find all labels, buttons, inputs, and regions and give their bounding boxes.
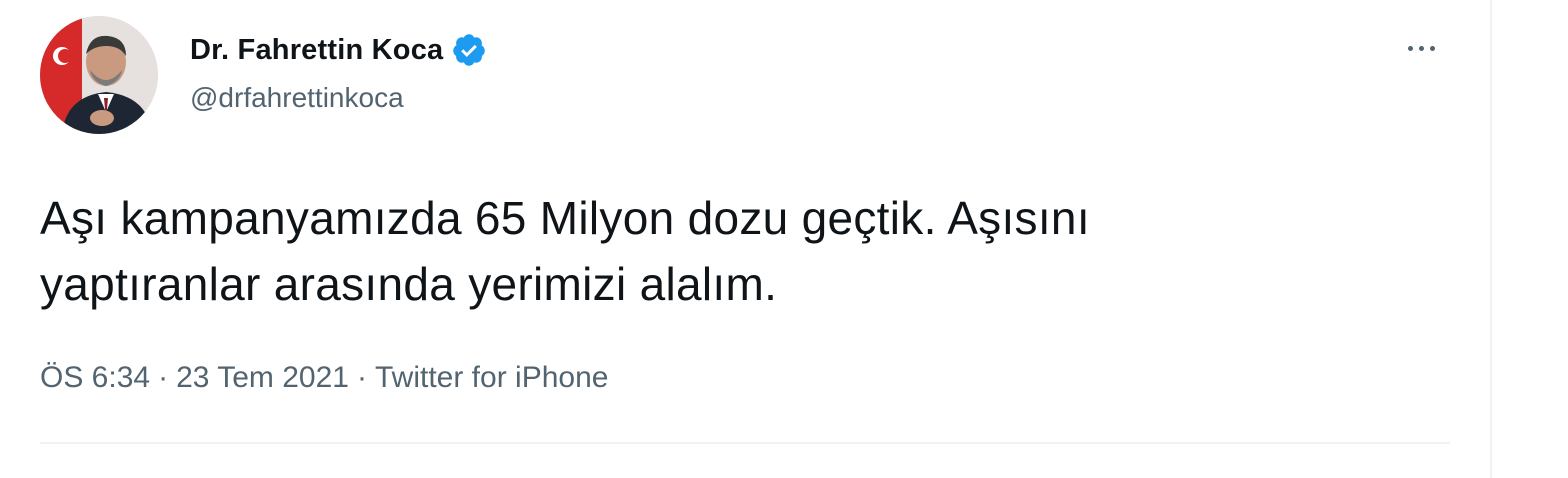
tweet-metadata: ÖS 6:34 · 23 Tem 2021 · Twitter for iPho… xyxy=(40,361,608,395)
more-options-button[interactable] xyxy=(1396,30,1446,66)
tweet-date[interactable]: 23 Tem 2021 xyxy=(176,361,349,395)
column-border xyxy=(1490,0,1492,478)
author-handle[interactable]: @drfahrettinkoca xyxy=(190,82,404,114)
divider xyxy=(40,442,1450,444)
tweet-source[interactable]: Twitter for iPhone xyxy=(375,361,608,395)
tweet-time[interactable]: ÖS 6:34 xyxy=(40,361,150,395)
tweet-text-line: Aşı kampanyamızda 65 Milyon dozu geçtik.… xyxy=(40,192,1090,244)
author-name-row[interactable]: Dr. Fahrettin Koca xyxy=(190,30,487,70)
avatar-image xyxy=(40,16,158,134)
more-horizontal-icon-dot xyxy=(1418,45,1424,51)
avatar[interactable] xyxy=(40,16,158,134)
verified-badge-icon xyxy=(451,32,487,68)
more-horizontal-icon-dot xyxy=(1429,45,1435,51)
tweet-text-line: yaptıranlar arasında yerimizi alalım. xyxy=(40,258,778,310)
tweet-card: Dr. Fahrettin Koca @drfahrettinkoca Aşı … xyxy=(0,0,1490,478)
meta-separator: · xyxy=(357,361,367,394)
more-horizontal-icon xyxy=(1407,45,1413,51)
tweet-text: Aşı kampanyamızda 65 Milyon dozu geçtik.… xyxy=(40,185,1420,317)
meta-separator: · xyxy=(158,361,169,394)
display-name[interactable]: Dr. Fahrettin Koca xyxy=(190,34,443,67)
